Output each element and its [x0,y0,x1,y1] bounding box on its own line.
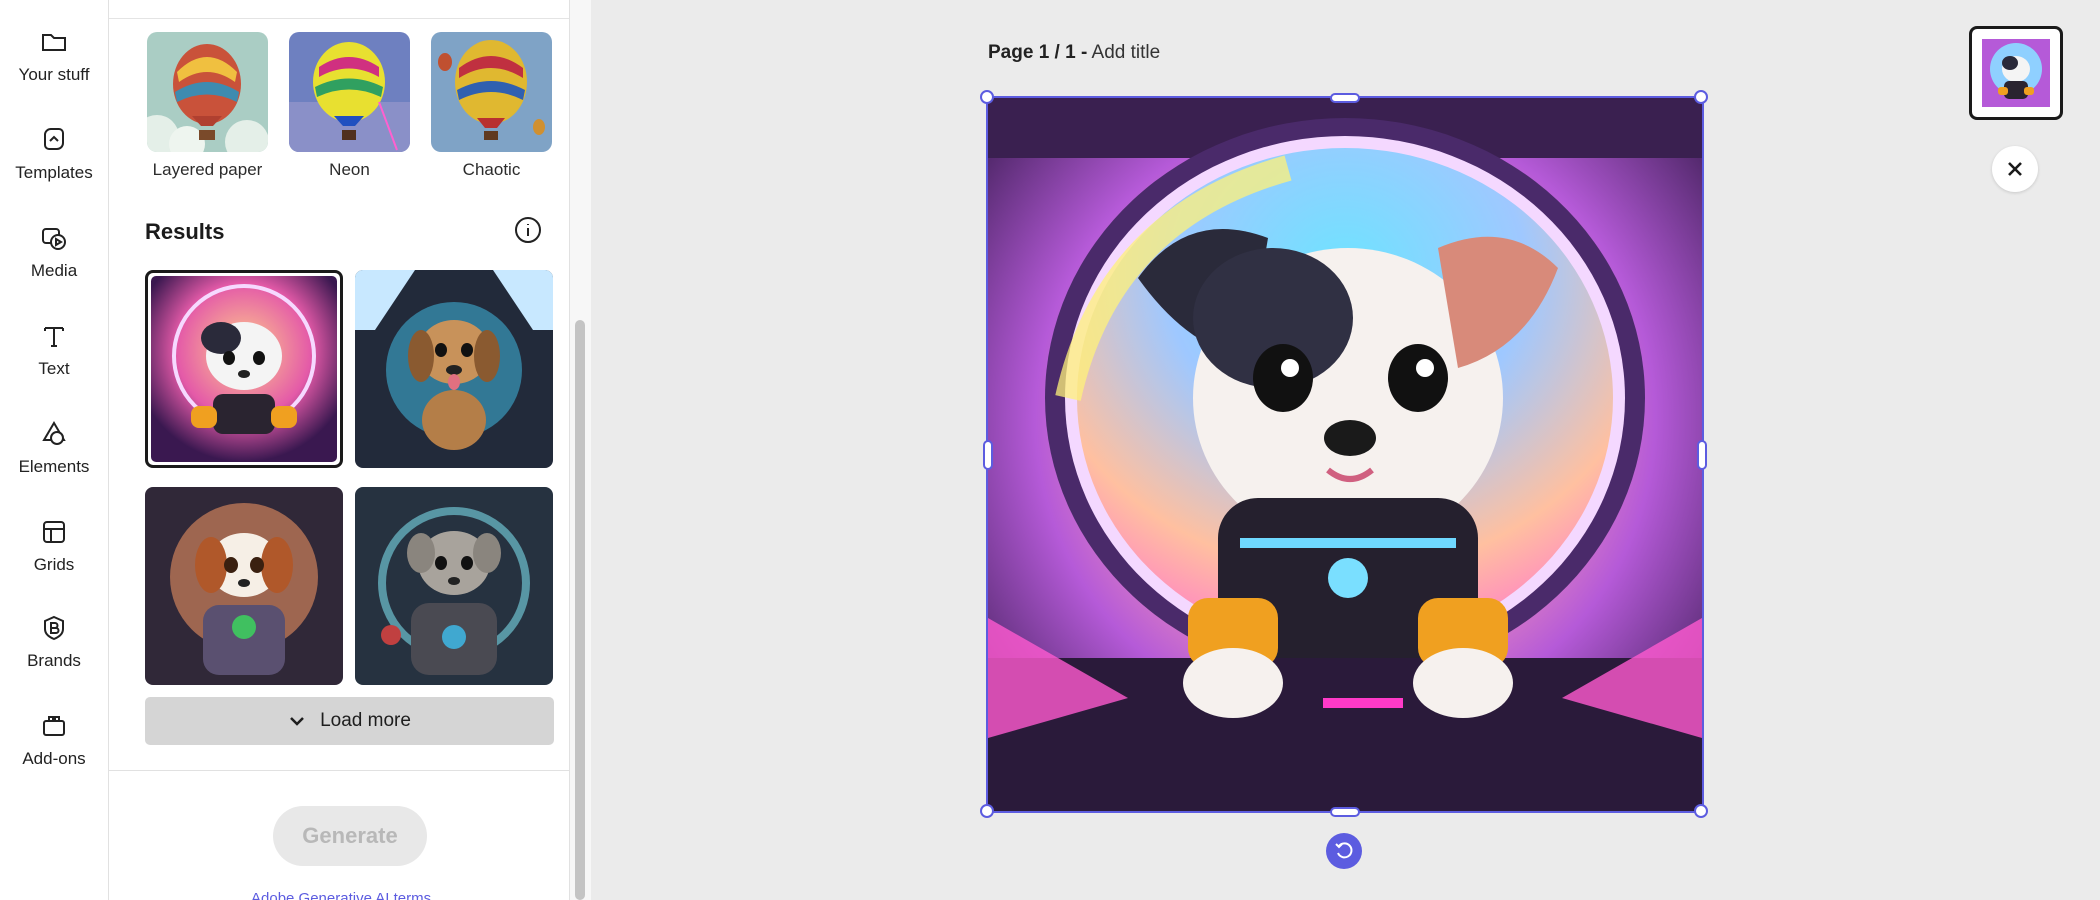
load-more-button[interactable]: Load more [145,697,554,745]
resize-handle-top-right[interactable] [1694,90,1708,104]
left-rail: Your stuff Templates Media Text Elements… [0,0,109,900]
result-image-1[interactable] [145,270,343,468]
info-icon[interactable] [514,216,542,249]
artboard-image[interactable] [986,96,1704,813]
results-heading: Results [145,219,225,244]
page-number: Page 1 / 1 - [988,42,1088,63]
style-tile-layered-paper[interactable]: Layered paper [147,32,268,180]
style-tile-neon[interactable]: Neon [289,32,410,180]
resize-handle-bottom[interactable] [1330,807,1360,817]
rail-label: Text [38,359,70,378]
resize-handle-bottom-right[interactable] [1694,804,1708,818]
rail-item-your-stuff[interactable]: Your stuff [0,28,108,85]
rail-item-grids[interactable]: Grids [0,518,108,575]
grids-icon [43,521,65,543]
style-label: Neon [329,160,370,179]
rail-item-templates[interactable]: Templates [0,126,108,183]
close-button[interactable] [1992,146,2038,192]
rotate-icon[interactable] [1326,833,1362,869]
add-title-input[interactable]: Add title [1092,42,1161,63]
add-ons-icon [43,716,65,736]
rail-label: Add-ons [22,749,86,768]
rail-item-media[interactable]: Media [0,224,108,281]
chevron-down-icon [290,717,304,726]
rail-label: Brands [27,651,81,670]
load-more-label: Load more [320,710,411,731]
rail-item-elements[interactable]: Elements [0,420,108,477]
resize-handle-top[interactable] [1330,93,1360,103]
divider [109,770,569,771]
rail-label: Grids [33,555,75,574]
rail-item-add-ons[interactable]: Add-ons [0,712,108,769]
result-image-2[interactable] [355,270,553,468]
result-image-4[interactable] [355,487,553,685]
style-tile-chaotic[interactable]: Chaotic [431,32,552,180]
style-thumbnail [431,32,552,152]
rail-label: Elements [18,457,90,476]
style-label: Chaotic [462,160,521,179]
generative-ai-terms-link[interactable]: Adobe Generative AI terms [251,890,431,900]
media-icon [42,228,66,250]
panel-scrollbar[interactable] [569,0,591,900]
folder-icon [42,34,66,51]
result-image-3[interactable] [145,487,343,685]
rail-label: Templates [15,163,93,182]
rail-item-brands[interactable]: Brands [0,614,108,671]
elements-icon [42,421,66,445]
rail-label: Your stuff [18,65,90,84]
divider [109,18,569,19]
templates-icon [44,127,64,150]
close-icon [2008,162,2022,176]
rail-item-text[interactable]: Text [0,322,108,379]
text-icon [44,327,64,347]
resize-handle-bottom-left[interactable] [980,804,994,818]
page-thumbnail[interactable] [1969,26,2063,120]
brands-icon [44,615,64,641]
style-label: Layered paper [152,160,263,179]
rail-label: Media [30,261,78,280]
resize-handle-top-left[interactable] [980,90,994,104]
page-label: Page 1 / 1 - Add title [988,42,1160,64]
style-thumbnail [289,32,410,152]
style-thumbnail [147,32,268,152]
generate-button[interactable]: Generate [273,806,427,866]
resize-handle-right[interactable] [1697,440,1707,470]
resize-handle-left[interactable] [983,440,993,470]
scrollbar-thumb[interactable] [575,320,585,900]
generate-panel: Layered paper Neon Chaotic Results Load … [109,0,569,900]
